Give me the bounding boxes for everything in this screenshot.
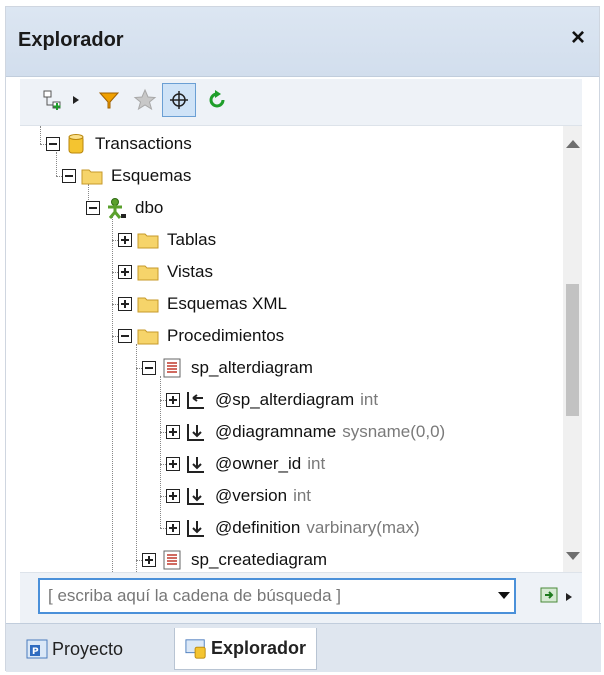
project-icon: P [26, 638, 48, 660]
tree-node-param-return[interactable]: @sp_alterdiagram int [166, 385, 378, 415]
procedure-icon [161, 549, 183, 571]
return-param-icon [185, 389, 207, 411]
search-input[interactable] [46, 584, 476, 608]
param-type: int [360, 390, 379, 409]
tree-node-label: @owner_id [215, 454, 302, 473]
tree-node-label: Vistas [167, 262, 213, 281]
tab-proyecto[interactable]: P Proyecto [16, 628, 133, 670]
tree-node-param-diagramname[interactable]: @diagramname sysname(0,0) [166, 417, 445, 447]
database-icon [65, 133, 87, 155]
folder-icon [137, 293, 159, 315]
expand-toggle[interactable] [166, 457, 180, 471]
param-type: int [307, 454, 326, 473]
filter-icon[interactable] [92, 83, 126, 117]
tree-node-label: dbo [135, 198, 164, 217]
folder-icon [81, 165, 103, 187]
tab-explorador[interactable]: Explorador [174, 628, 318, 670]
tree-node-label: @version [215, 486, 288, 505]
tree-node-transactions[interactable]: Transactions [46, 129, 192, 159]
expand-toggle[interactable] [166, 425, 180, 439]
param-type: int [293, 486, 312, 505]
tree-node-label: sp_creatediagram [191, 550, 328, 569]
expand-toggle[interactable] [166, 489, 180, 503]
vertical-scrollbar[interactable] [563, 126, 582, 572]
tree-node-param-definition[interactable]: @definition varbinary(max) [166, 513, 420, 543]
scroll-up-arrow-icon[interactable] [566, 140, 580, 148]
explorer-icon [185, 638, 207, 660]
favorites-star-icon[interactable] [128, 83, 162, 117]
param-type: sysname(0,0) [342, 422, 446, 441]
tree-node-label: Transactions [95, 134, 192, 153]
search-next-arrow-icon[interactable] [565, 589, 573, 607]
input-param-icon [185, 453, 207, 475]
folder-icon [137, 229, 159, 251]
locate-crosshair-icon[interactable] [162, 83, 196, 117]
expand-toggle[interactable] [142, 553, 156, 567]
explorer-window: Explorador × Transactions Esquemas dbo T… [5, 6, 601, 672]
tree-node-param-version[interactable]: @version int [166, 481, 311, 511]
input-param-icon [185, 421, 207, 443]
tree-node-vistas[interactable]: Vistas [118, 257, 213, 287]
expand-arrow-icon[interactable] [68, 83, 84, 117]
tree-node-dbo[interactable]: dbo [86, 193, 163, 223]
title-bar: Explorador × [6, 7, 599, 77]
tab-label: Explorador [211, 638, 307, 658]
expand-toggle[interactable] [118, 297, 132, 311]
tree-node-label: Procedimientos [167, 326, 285, 345]
window-title: Explorador [18, 29, 124, 51]
search-box[interactable] [38, 578, 516, 614]
tree-node-label: @diagramname [215, 422, 337, 441]
folder-icon [137, 261, 159, 283]
input-param-icon [185, 485, 207, 507]
procedure-icon [161, 357, 183, 379]
tree-node-param-owner-id[interactable]: @owner_id int [166, 449, 325, 479]
tree-node-tablas[interactable]: Tablas [118, 225, 216, 255]
expand-toggle[interactable] [118, 233, 132, 247]
tab-label: Proyecto [52, 638, 124, 659]
collapse-toggle[interactable] [46, 137, 60, 151]
collapse-toggle[interactable] [142, 361, 156, 375]
database-tree: Transactions Esquemas dbo Tablas Vistas … [20, 125, 582, 573]
tree-node-label: Esquemas [111, 166, 192, 185]
tree-node-procedimientos[interactable]: Procedimientos [118, 321, 284, 351]
tree-node-label: @definition [215, 518, 301, 537]
folder-icon [137, 325, 159, 347]
expand-toggle[interactable] [166, 521, 180, 535]
collapse-toggle[interactable] [62, 169, 76, 183]
tree-node-sp-creatediagram[interactable]: sp_creatediagram [142, 545, 328, 572]
tree-node-esquemas-xml[interactable]: Esquemas XML [118, 289, 287, 319]
panel-tabs: P Proyecto Explorador [6, 623, 601, 672]
tree-node-esquemas[interactable]: Esquemas [62, 161, 191, 191]
param-type: varbinary(max) [306, 518, 420, 537]
tree-node-label: Esquemas XML [167, 294, 287, 313]
tree-node-sp-alterdiagram[interactable]: sp_alterdiagram [142, 353, 313, 383]
svg-text:P: P [32, 647, 39, 657]
search-options-icon[interactable] [540, 587, 558, 603]
explorer-toolbar [20, 79, 582, 125]
collapse-toggle[interactable] [118, 329, 132, 343]
scroll-down-arrow-icon[interactable] [566, 552, 580, 560]
expand-toggle[interactable] [118, 265, 132, 279]
tree-node-label: Tablas [167, 230, 217, 249]
refresh-icon[interactable] [200, 83, 234, 117]
tree-node-label: sp_alterdiagram [191, 358, 313, 377]
expand-toggle[interactable] [166, 393, 180, 407]
close-icon[interactable]: × [565, 25, 591, 51]
add-connection-icon[interactable] [36, 83, 70, 117]
search-bar [20, 573, 582, 623]
scroll-thumb[interactable] [566, 284, 579, 416]
input-param-icon [185, 517, 207, 539]
user-schema-icon [105, 197, 127, 219]
collapse-toggle[interactable] [86, 201, 100, 215]
search-dropdown-arrow-icon[interactable] [498, 592, 510, 599]
tree-node-label: @sp_alterdiagram [215, 390, 355, 409]
